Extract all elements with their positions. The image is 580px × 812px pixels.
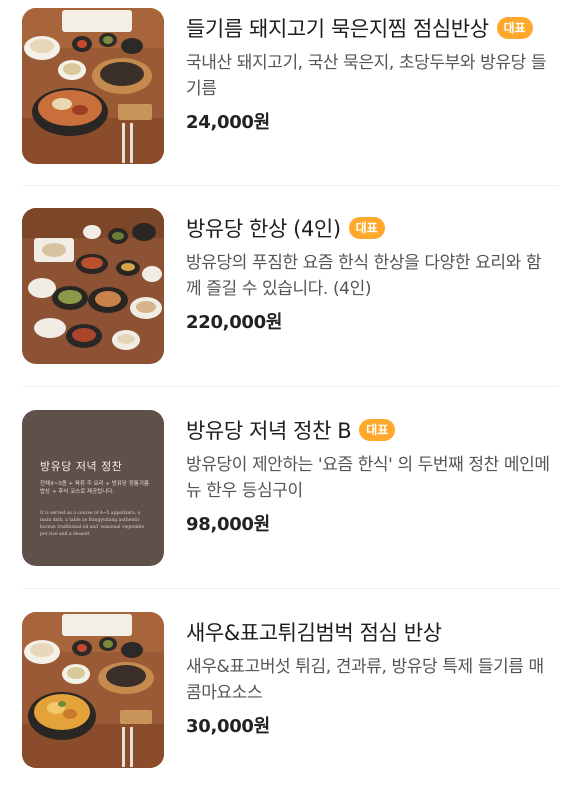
menu-item-name: 방유당 저녁 정찬 B <box>186 419 352 443</box>
menu-item-info: 방유당 저녁 정찬 B 대표 방유당이 제안하는 '요즘 한식' 의 두번째 정… <box>186 410 556 536</box>
representative-badge: 대표 <box>496 17 533 39</box>
menu-item-info: 새우&표고튀김범벅 점심 반상 새우&표고버섯 튀김, 견과류, 방유당 특제 … <box>186 612 556 738</box>
menu-title-row: 새우&표고튀김범벅 점심 반상 <box>186 612 556 652</box>
menu-item[interactable]: 들기름 돼지고기 묵은지찜 점심반상 대표 국내산 돼지고기, 국산 묵은지, … <box>0 8 580 208</box>
representative-badge: 대표 <box>348 217 385 239</box>
menu-title-row: 방유당 저녁 정찬 B 대표 <box>186 410 556 450</box>
divider <box>22 185 558 186</box>
dinner-course-card: 방유당 저녁 정찬 전채4~5종 + 육류 주 요리 + 방유당 정통기름 밥상… <box>22 410 164 566</box>
representative-badge: 대표 <box>359 419 396 441</box>
menu-title-row: 방유당 한상 (4인) 대표 <box>186 208 556 248</box>
divider <box>22 386 558 387</box>
menu-item-description: 방유당의 푸짐한 요즘 한식 한상을 다양한 요리와 함께 즐길 수 있습니다.… <box>186 253 542 299</box>
menu-item-image[interactable]: 방유당 저녁 정찬 전채4~5종 + 육류 주 요리 + 방유당 정통기름 밥상… <box>22 410 164 566</box>
menu-item-price: 220,000원 <box>186 312 283 333</box>
menu-item-image[interactable] <box>22 8 164 164</box>
menu-item-price: 98,000원 <box>186 514 270 535</box>
course-card-subtitle: 전채4~5종 + 육류 주 요리 + 방유당 정통기름 밥상 + 후식 코스로 … <box>40 481 149 495</box>
menu-item-price: 30,000원 <box>186 716 270 737</box>
menu-item[interactable]: 방유당 한상 (4인) 대표 방유당의 푸짐한 요즘 한식 한상을 다양한 요리… <box>0 208 580 408</box>
menu-item-description: 국내산 돼지고기, 국산 묵은지, 초당두부와 방유당 들기름 <box>186 53 547 99</box>
menu-item[interactable]: 방유당 저녁 정찬 전채4~5종 + 육류 주 요리 + 방유당 정통기름 밥상… <box>0 410 580 610</box>
course-card-english: It is served as a course of 4~5 appetize… <box>40 511 145 537</box>
divider <box>22 588 558 589</box>
menu-title-row: 들기름 돼지고기 묵은지찜 점심반상 대표 <box>186 8 556 48</box>
course-card-title: 방유당 저녁 정찬 <box>40 460 123 473</box>
menu-item-image[interactable] <box>22 612 164 768</box>
menu-item[interactable]: 새우&표고튀김범벅 점심 반상 새우&표고버섯 튀김, 견과류, 방유당 특제 … <box>0 612 580 812</box>
menu-item-description: 방유당이 제안하는 '요즘 한식' 의 두번째 정찬 메인메뉴 한우 등심구이 <box>186 455 550 501</box>
menu-item-name: 들기름 돼지고기 묵은지찜 점심반상 <box>186 17 489 41</box>
menu-item-description: 새우&표고버섯 튀김, 견과류, 방유당 특제 들기름 매콤마요소스 <box>186 657 544 703</box>
menu-list: 들기름 돼지고기 묵은지찜 점심반상 대표 국내산 돼지고기, 국산 묵은지, … <box>0 0 580 784</box>
menu-item-name: 새우&표고튀김범벅 점심 반상 <box>186 621 442 645</box>
menu-item-name: 방유당 한상 (4인) <box>186 217 341 241</box>
menu-item-info: 들기름 돼지고기 묵은지찜 점심반상 대표 국내산 돼지고기, 국산 묵은지, … <box>186 8 556 134</box>
menu-item-price: 24,000원 <box>186 112 270 133</box>
menu-item-info: 방유당 한상 (4인) 대표 방유당의 푸짐한 요즘 한식 한상을 다양한 요리… <box>186 208 556 334</box>
menu-item-image[interactable] <box>22 208 164 364</box>
